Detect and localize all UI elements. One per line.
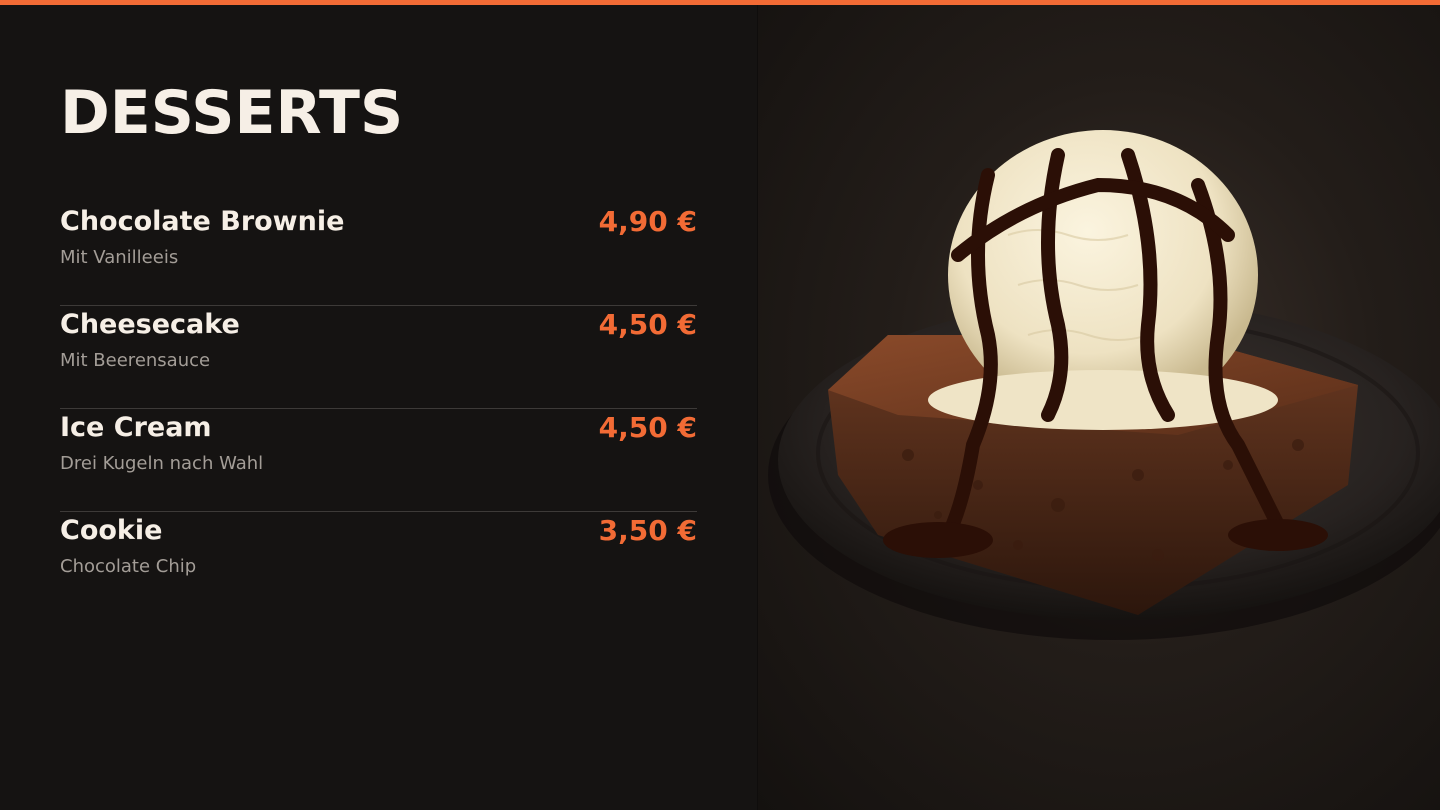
item-description: Mit Beerensauce bbox=[60, 350, 211, 371]
menu-item: Chocolate Brownie Mit Vanilleeis 4,90 € bbox=[60, 203, 697, 306]
menu-panel: DESSERTS Chocolate Brownie Mit Vanilleei… bbox=[0, 5, 757, 810]
item-description: Chocolate Chip bbox=[60, 556, 197, 577]
item-name: Ice Cream bbox=[60, 412, 212, 443]
item-price: 3,50 € bbox=[598, 514, 697, 547]
item-description: Mit Vanilleeis bbox=[60, 247, 179, 268]
item-price: 4,50 € bbox=[598, 308, 697, 341]
menu-list: Chocolate Brownie Mit Vanilleeis 4,90 € … bbox=[60, 203, 697, 615]
brownie-ice-cream-illustration bbox=[768, 130, 1440, 640]
item-description: Drei Kugeln nach Wahl bbox=[60, 453, 264, 474]
dessert-photo bbox=[757, 5, 1440, 810]
menu-item: Ice Cream Drei Kugeln nach Wahl 4,50 € bbox=[60, 409, 697, 512]
item-name: Cookie bbox=[60, 515, 163, 546]
menu-item: Cheesecake Mit Beerensauce 4,50 € bbox=[60, 306, 697, 409]
menu-title: DESSERTS bbox=[60, 78, 404, 148]
menu-item: Cookie Chocolate Chip 3,50 € bbox=[60, 512, 697, 615]
item-price: 4,90 € bbox=[598, 205, 697, 238]
item-name: Chocolate Brownie bbox=[60, 206, 345, 237]
item-name: Cheesecake bbox=[60, 309, 240, 340]
item-price: 4,50 € bbox=[598, 411, 697, 444]
